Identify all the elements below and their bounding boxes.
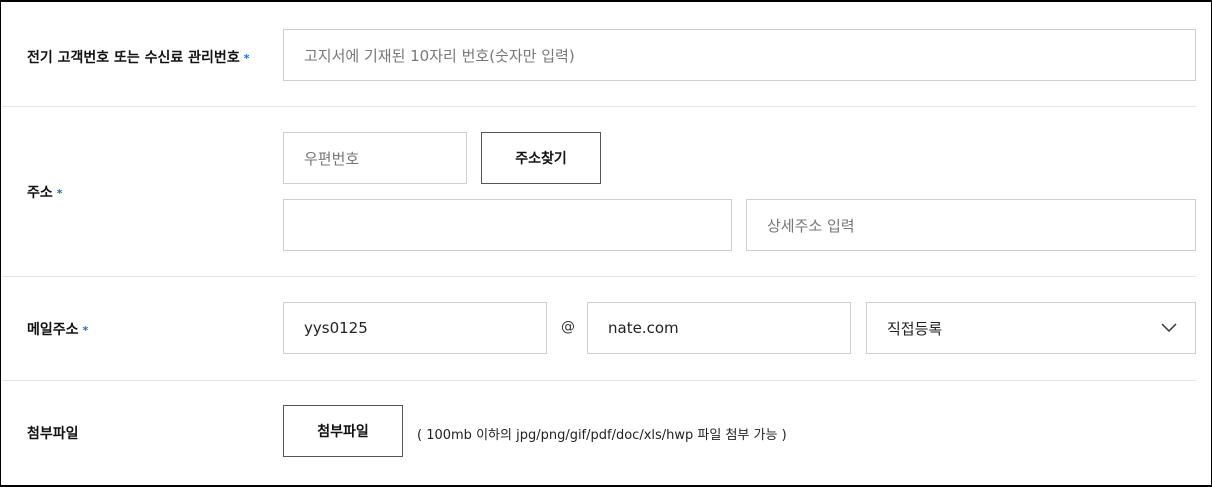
address-input[interactable] bbox=[283, 199, 732, 251]
at-sign: @ bbox=[561, 319, 575, 335]
required-mark: * bbox=[56, 187, 63, 200]
address-label: 주소 * bbox=[27, 182, 63, 202]
email-domain-input[interactable]: nate.com bbox=[587, 302, 851, 354]
placeholder: 우편번호 bbox=[304, 149, 360, 168]
address-search-button[interactable]: 주소찾기 bbox=[481, 132, 601, 184]
attachment-label: 첨부파일 bbox=[27, 426, 79, 442]
email-local-input[interactable]: yys0125 bbox=[283, 302, 547, 354]
required-mark: * bbox=[82, 324, 89, 337]
placeholder: 고지서에 기재된 10자리 번호(숫자만 입력) bbox=[304, 46, 575, 65]
zip-code-input[interactable]: 우편번호 bbox=[283, 132, 467, 184]
divider bbox=[2, 380, 1196, 381]
email-domain-select[interactable]: 직접등록 bbox=[866, 302, 1196, 354]
attach-file-button[interactable]: 첨부파일 bbox=[283, 405, 403, 457]
label-text: 전기 고객번호 또는 수신료 관리번호 bbox=[27, 50, 240, 66]
email-label: 메일주소 * bbox=[27, 319, 88, 339]
divider bbox=[2, 276, 1196, 277]
required-mark: * bbox=[243, 52, 250, 65]
customer-number-label: 전기 고객번호 또는 수신료 관리번호 * bbox=[27, 47, 249, 67]
divider bbox=[2, 106, 1196, 107]
detail-address-input[interactable]: 상세주소 입력 bbox=[746, 199, 1196, 251]
selected-value: 직접등록 bbox=[887, 319, 943, 338]
chevron-down-icon bbox=[1161, 323, 1177, 333]
label-text: 메일주소 bbox=[27, 322, 79, 338]
placeholder: 상세주소 입력 bbox=[767, 216, 855, 235]
attachment-note: ( 100mb 이하의 jpg/png/gif/pdf/doc/xls/hwp … bbox=[417, 428, 787, 443]
customer-number-input[interactable]: 고지서에 기재된 10자리 번호(숫자만 입력) bbox=[283, 29, 1196, 81]
label-text: 주소 bbox=[27, 185, 53, 201]
